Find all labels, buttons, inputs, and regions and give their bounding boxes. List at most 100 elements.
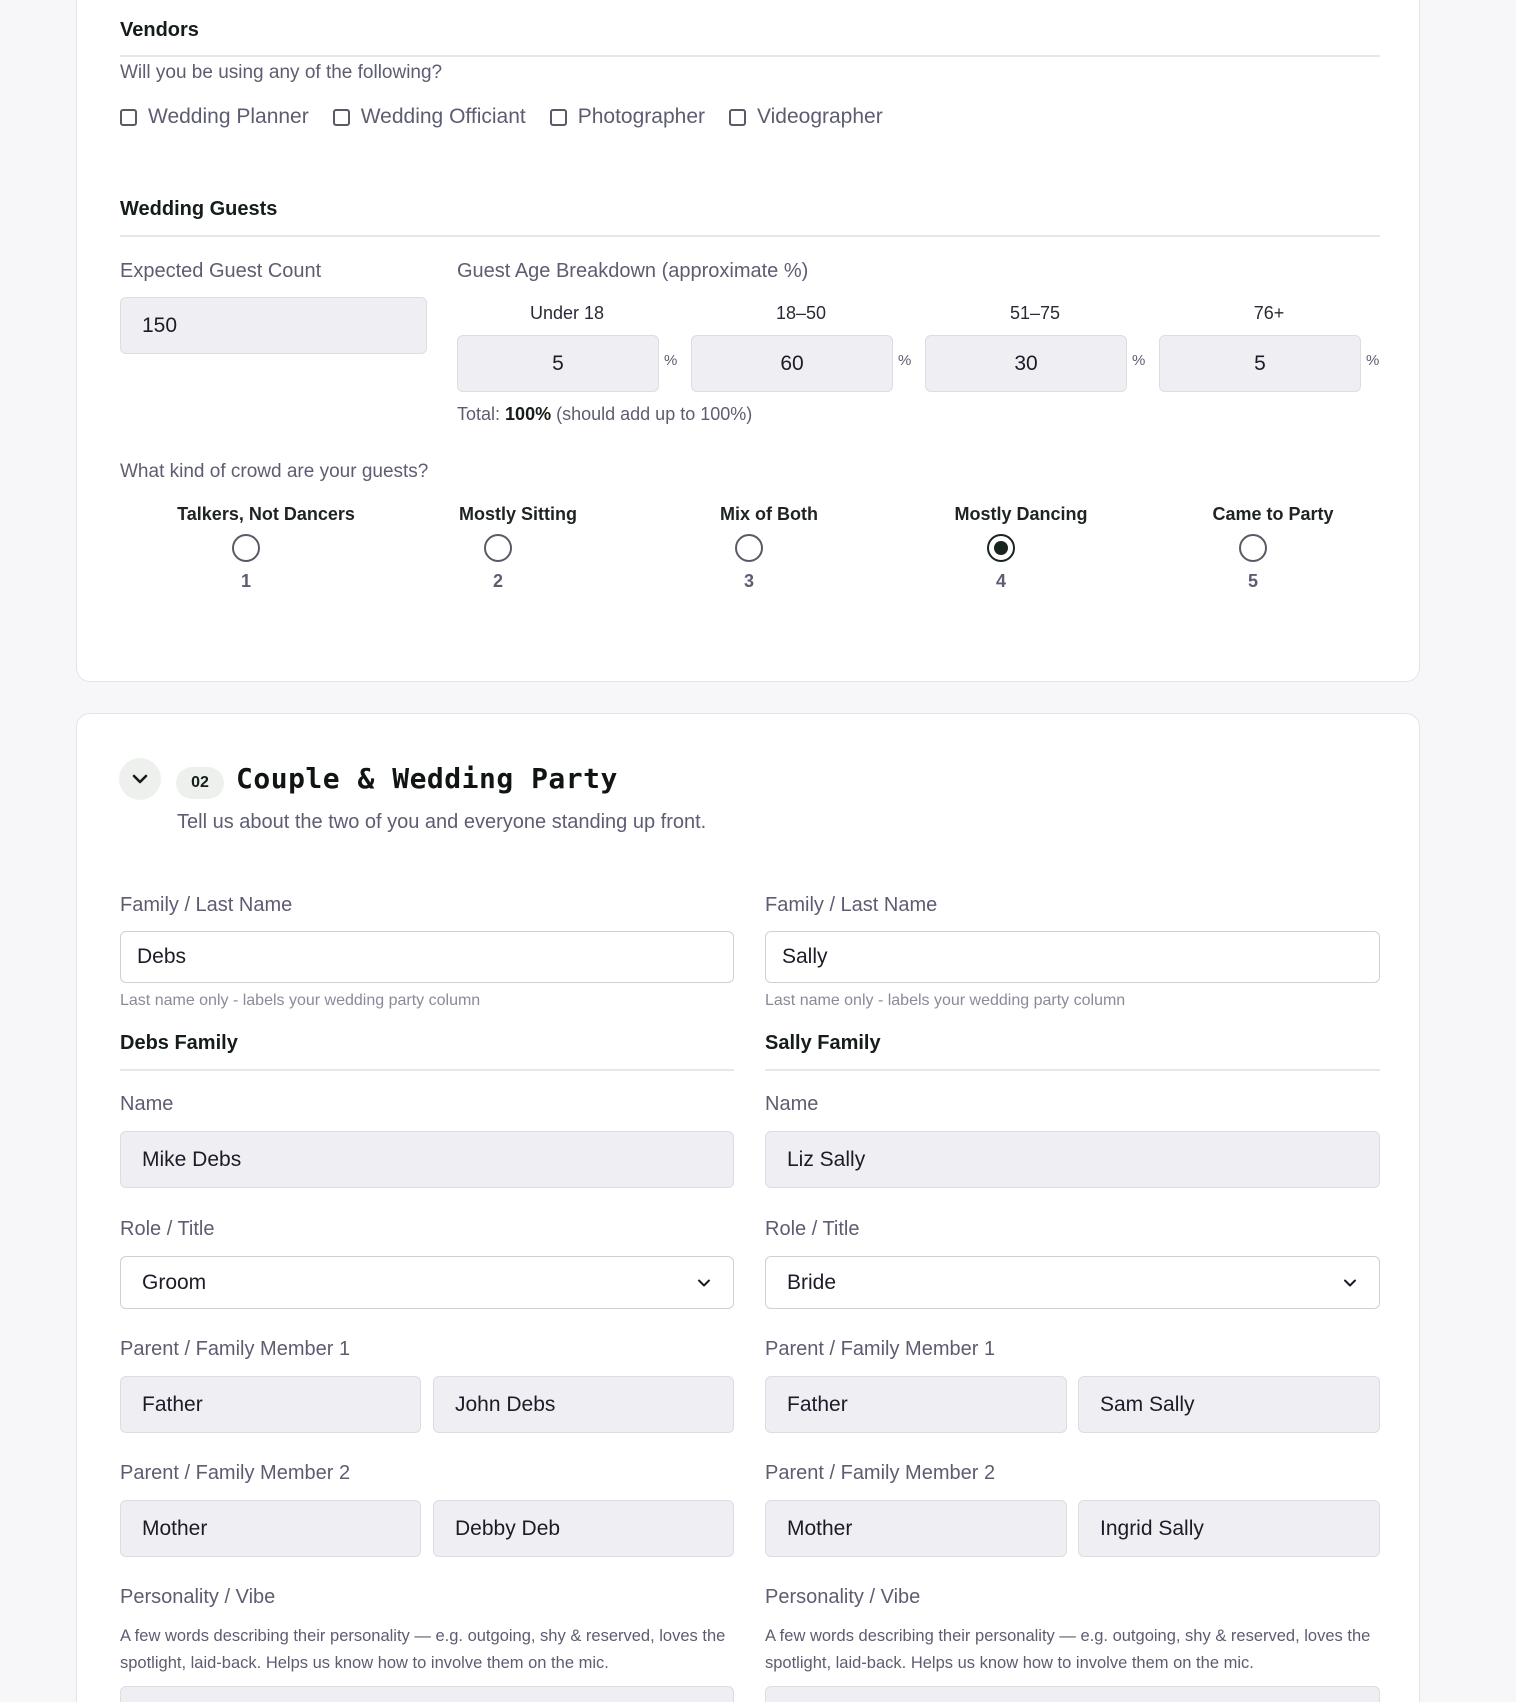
guest-count-label: Expected Guest Count [120, 260, 322, 282]
age-group-label-76-plus: 76+ [1253, 303, 1285, 323]
last-name-hint: Last name only - labels your wedding par… [120, 992, 481, 1009]
guest-count-input[interactable]: 150 [120, 297, 427, 354]
chevron-down-icon [696, 1275, 712, 1291]
parent2-relation-input-debs[interactable]: Mother [120, 1500, 421, 1557]
wedding-officiant-checkbox[interactable] [332, 108, 350, 126]
age-breakdown-suffix: (approximate %) [661, 260, 809, 282]
vendor-options: Wedding Planner Wedding Officiant Photog… [120, 105, 907, 129]
last-name-hint: Last name only - labels your wedding par… [765, 992, 1126, 1009]
parent2-name-input-sally[interactable]: Ingrid Sally [1078, 1500, 1380, 1557]
crowd-option-number: 4 [995, 571, 1006, 591]
last-name-label: Family / Last Name [765, 894, 938, 916]
personality-label: Personality / Vibe [120, 1586, 276, 1608]
name-label: Name [120, 1093, 174, 1115]
crowd-option-3-radio[interactable] [735, 534, 763, 562]
crowd-option-number: 1 [240, 571, 251, 591]
parent1-label: Parent / Family Member 1 [120, 1338, 351, 1360]
age-group-label-51-75: 51–75 [1009, 303, 1061, 323]
parent2-label: Parent / Family Member 2 [765, 1462, 996, 1484]
name-input-sally[interactable]: Liz Sally [765, 1131, 1380, 1188]
crowd-option-number: 3 [743, 571, 754, 591]
name-label: Name [765, 1093, 819, 1115]
role-select-value: Bride [787, 1270, 837, 1294]
vendor-option-label: Photographer [577, 105, 705, 128]
section-title: Couple & Wedding Party [236, 762, 618, 795]
crowd-option-number: 2 [492, 571, 503, 591]
age-51-75-input[interactable]: 30 [925, 335, 1127, 392]
crowd-option-1-radio[interactable] [232, 534, 260, 562]
parent1-relation-input-sally[interactable]: Father [765, 1376, 1067, 1433]
age-total: Total: 100% (should add up to 100%) [457, 404, 752, 425]
crowd-option-2-radio[interactable] [484, 534, 512, 562]
percent-sign: % [664, 352, 678, 369]
couple-wedding-party-card: 02 Couple & Wedding Party Tell us about … [76, 713, 1420, 1702]
crowd-question: What kind of crowd are your guests? [120, 461, 429, 482]
crowd-option-label: Mix of Both [720, 504, 818, 524]
parent1-name-input-debs[interactable]: John Debs [433, 1376, 734, 1433]
percent-sign: % [1132, 352, 1146, 369]
family-title-debs: Debs Family [120, 1032, 238, 1054]
parent2-relation-input-sally[interactable]: Mother [765, 1500, 1067, 1557]
age-group-label-18-50: 18–50 [775, 303, 827, 323]
last-name-label: Family / Last Name [120, 894, 293, 916]
crowd-option-label: Mostly Dancing [954, 504, 1088, 524]
crowd-option-5-radio[interactable] [1239, 534, 1267, 562]
parent1-relation-input-debs[interactable]: Father [120, 1376, 421, 1433]
crowd-option-4-radio[interactable] [987, 534, 1015, 562]
parent1-label: Parent / Family Member 1 [765, 1338, 996, 1360]
age-breakdown-title: Guest Age Breakdown [457, 260, 657, 282]
personality-description: A few words describing their personality… [120, 1627, 726, 1672]
age-total-value: 100% [505, 404, 552, 424]
personality-input-sally[interactable] [765, 1686, 1380, 1702]
vendors-title: Vendors [120, 19, 199, 41]
videographer-checkbox[interactable] [729, 108, 746, 126]
vendors-divider [120, 55, 1380, 57]
percent-sign: % [898, 352, 912, 369]
crowd-option-label: Came to Party [1212, 504, 1334, 524]
parent2-label: Parent / Family Member 2 [120, 1462, 351, 1484]
crowd-option-label: Talkers, Not Dancers [177, 504, 355, 524]
vendor-option-wedding-planner[interactable]: Wedding Planner [120, 105, 309, 129]
parent1-name-input-sally[interactable]: Sam Sally [1078, 1376, 1380, 1433]
vendor-option-label: Videographer [757, 105, 883, 128]
family-divider [765, 1069, 1380, 1071]
crowd-option-label: Mostly Sitting [459, 504, 577, 524]
personality-input-debs[interactable] [120, 1686, 734, 1702]
personality-label: Personality / Vibe [765, 1586, 921, 1608]
vendor-option-videographer[interactable]: Videographer [729, 105, 883, 129]
role-select-debs[interactable]: Groom [120, 1256, 734, 1309]
event-details-card: Vendors Will you be using any of the fol… [76, 0, 1420, 682]
personality-description: A few words describing their personality… [765, 1627, 1371, 1672]
chevron-down-icon [132, 774, 148, 784]
wedding-guests-divider [120, 235, 1380, 237]
vendor-option-label: Wedding Planner [148, 105, 309, 128]
chevron-down-icon [1342, 1275, 1358, 1291]
wedding-guests-title: Wedding Guests [120, 198, 278, 220]
age-76-plus-input[interactable]: 5 [1159, 335, 1361, 392]
age-18-50-input[interactable]: 60 [691, 335, 893, 392]
vendor-option-photographer[interactable]: Photographer [549, 105, 705, 129]
parent2-name-input-debs[interactable]: Debby Deb [433, 1500, 734, 1557]
family-title-sally: Sally Family [765, 1032, 881, 1054]
last-name-input-debs[interactable]: Debs [120, 931, 734, 983]
family-divider [120, 1069, 734, 1071]
age-total-prefix: Total: [457, 404, 501, 424]
percent-sign: % [1366, 352, 1380, 369]
vendor-option-wedding-officiant[interactable]: Wedding Officiant [332, 105, 526, 129]
role-select-sally[interactable]: Bride [765, 1256, 1380, 1309]
role-select-value: Groom [142, 1270, 207, 1294]
vendors-question: Will you be using any of the following? [120, 62, 443, 83]
age-group-label-under-18: Under 18 [529, 303, 605, 323]
role-label: Role / Title [120, 1218, 215, 1240]
last-name-input-sally[interactable]: Sally [765, 931, 1380, 983]
photographer-checkbox[interactable] [549, 108, 567, 126]
wedding-planner-checkbox[interactable] [120, 108, 137, 126]
age-total-suffix: (should add up to 100%) [556, 404, 753, 424]
section-number-badge: 02 [176, 767, 224, 799]
vendor-option-label: Wedding Officiant [360, 105, 526, 128]
age-under-18-input[interactable]: 5 [457, 335, 659, 392]
role-label: Role / Title [765, 1218, 860, 1240]
name-input-debs[interactable]: Mike Debs [120, 1131, 734, 1188]
section-collapse-toggle[interactable] [119, 758, 161, 800]
age-breakdown-label: Guest Age Breakdown (approximate %) [457, 260, 808, 283]
